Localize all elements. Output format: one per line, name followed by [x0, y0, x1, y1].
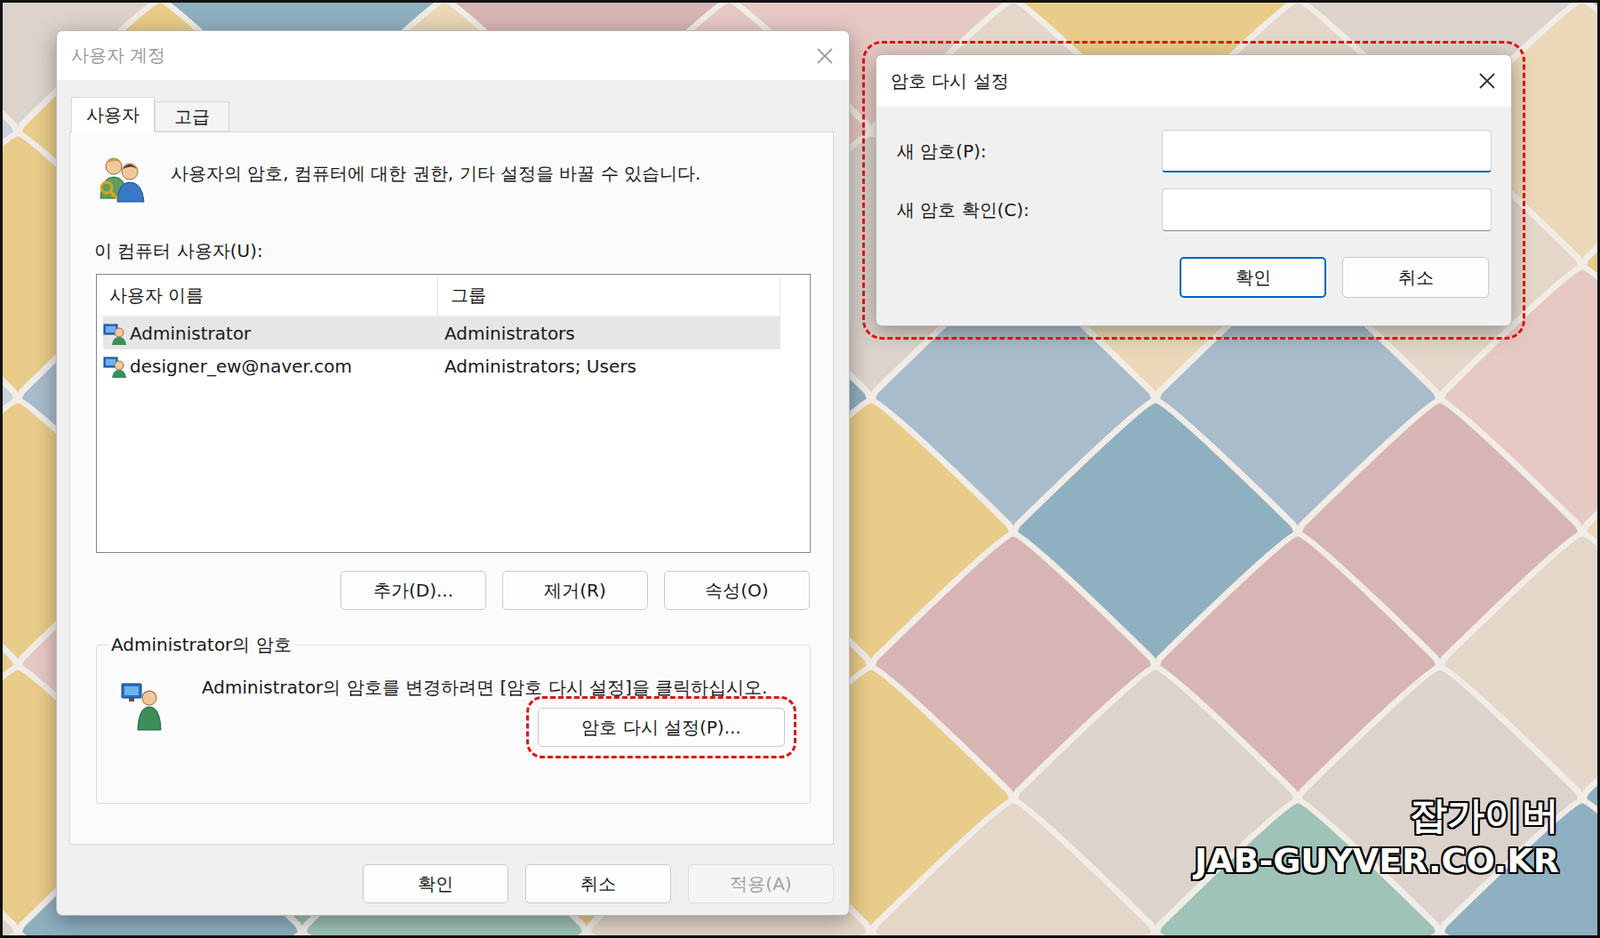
tab-strip: 사용자 고급 [69, 97, 834, 132]
password-info: Administrator의 암호를 변경하려면 [암호 다시 설정]을 클릭하… [201, 662, 785, 747]
user-cell: designer_ew@naver.com [103, 354, 439, 378]
button-label: 제거(R) [544, 578, 607, 603]
field-label: 새 암호 확인(C): [896, 198, 1162, 223]
dialog-button[interactable]: 확인 [362, 864, 509, 904]
password-group: Administrator의 암호 Administrator의 암호를 변경하려… [96, 632, 811, 804]
user-buttons: 추가(D)... 제거(R) 속성(O) [96, 570, 811, 610]
tab-label: 사용자 [86, 103, 140, 128]
tab[interactable]: 고급 [154, 101, 230, 132]
user-cell: Administrators; Users [438, 355, 781, 377]
user-action-button[interactable]: 속성(O) [664, 570, 810, 610]
user-icon [120, 680, 172, 732]
button-label: 취소 [1398, 265, 1434, 290]
watermark: 잡가이버JAB-GUYVER.CO.KR [1194, 793, 1560, 881]
column-header[interactable]: 사용자 이름 [96, 274, 439, 317]
watermark-line: 잡가이버 [1194, 793, 1560, 837]
field-label: 새 암호(P): [896, 139, 1162, 164]
user-accounts-window: 사용자 계정사용자고급사용자의 암호, 컴퓨터에 대한 권한, 기타 설정을 바… [56, 30, 850, 916]
button-label: 취소 [580, 872, 616, 896]
title-bar: 사용자 계정 [56, 31, 849, 80]
user-action-button[interactable]: 추가(D)... [340, 570, 487, 610]
window-body: 사용자고급사용자의 암호, 컴퓨터에 대한 권한, 기타 설정을 바꿀 수 있습… [56, 80, 849, 915]
close-icon[interactable] [1477, 71, 1497, 91]
reset-button-row: 암호 다시 설정(P)... [201, 707, 785, 747]
tab-panel: 사용자의 암호, 컴퓨터에 대한 권한, 기타 설정을 바꿀 수 있습니다. 이 … [69, 131, 834, 845]
screenshot-frame [0, 0, 1600, 938]
title-bar: 암호 다시 설정 [876, 55, 1512, 107]
user-action-button[interactable]: 제거(R) [502, 570, 648, 610]
description-row: 사용자의 암호, 컴퓨터에 대한 권한, 기타 설정을 바꿀 수 있습니다. [96, 153, 811, 204]
dialog-button[interactable]: 적용(A) [688, 864, 834, 904]
watermark-line: JAB-GUYVER.CO.KR [1194, 841, 1560, 881]
dialog-button[interactable]: 확인 [1179, 256, 1327, 298]
dialog-button[interactable]: 취소 [1342, 256, 1489, 298]
column-label: 그룹 [450, 283, 487, 308]
cell-text: Administrator [129, 322, 251, 344]
tab-label: 고급 [174, 104, 210, 129]
reset-password-button[interactable]: 암호 다시 설정(P)... [537, 707, 785, 747]
window-title: 암호 다시 설정 [890, 69, 1009, 94]
user-cell: Administrators [438, 322, 781, 344]
description-text: 사용자의 암호, 컴퓨터에 대한 권한, 기타 설정을 바꿀 수 있습니다. [170, 161, 701, 186]
button-label: 적용(A) [729, 872, 792, 896]
window-title: 사용자 계정 [71, 43, 166, 68]
field-row: 새 암호 확인(C): [896, 188, 1492, 232]
close-icon[interactable] [815, 46, 835, 66]
user-row-icon [103, 354, 127, 378]
button-label: 확인 [417, 872, 454, 896]
users-label: 이 컴퓨터 사용자(U): [94, 239, 811, 264]
button-label: 확인 [1235, 265, 1272, 290]
password-input[interactable] [1161, 129, 1492, 173]
dialog-buttons: 확인 취소 적용(A) [69, 864, 834, 904]
list-header: 사용자 이름 그룹 [96, 274, 810, 317]
users-key-icon [96, 153, 148, 204]
cell-text: designer_ew@naver.com [129, 355, 352, 377]
password-info-text: Administrator의 암호를 변경하려면 [암호 다시 설정]을 클릭하… [201, 674, 785, 701]
password-row: Administrator의 암호를 변경하려면 [암호 다시 설정]을 클릭하… [120, 662, 785, 747]
dialog-body: 새 암호(P): 새 암호 확인(C): 확인 취소 [876, 106, 1512, 326]
button-label: 속성(O) [704, 578, 768, 603]
tab[interactable]: 사용자 [71, 96, 155, 133]
user-cell: Administrator [103, 321, 439, 345]
password-input[interactable] [1161, 188, 1492, 232]
user-row[interactable]: designer_ew@naver.com Administrators; Use… [103, 349, 781, 383]
button-label: 암호 다시 설정(P)... [581, 715, 741, 740]
cell-text: Administrators; Users [444, 355, 637, 377]
user-row-icon [103, 321, 127, 345]
cell-text: Administrators [444, 322, 576, 344]
user-row[interactable]: Administrator Administrators [103, 316, 781, 350]
button-label: 추가(D)... [373, 578, 454, 603]
group-title: Administrator의 암호 [107, 632, 296, 657]
column-header[interactable]: 그룹 [438, 274, 781, 317]
users-list[interactable]: 사용자 이름 그룹 Administrator Administrators desig… [96, 273, 811, 553]
dialog-button[interactable]: 취소 [525, 864, 672, 904]
column-label: 사용자 이름 [109, 283, 204, 308]
dialog-buttons: 확인 취소 [896, 256, 1492, 298]
group-title-text: Administrator의 암호 [111, 633, 292, 656]
reset-password-dialog: 암호 다시 설정새 암호(P): 새 암호 확인(C): 확인 취소 [875, 54, 1512, 327]
field-row: 새 암호(P): [896, 129, 1492, 173]
